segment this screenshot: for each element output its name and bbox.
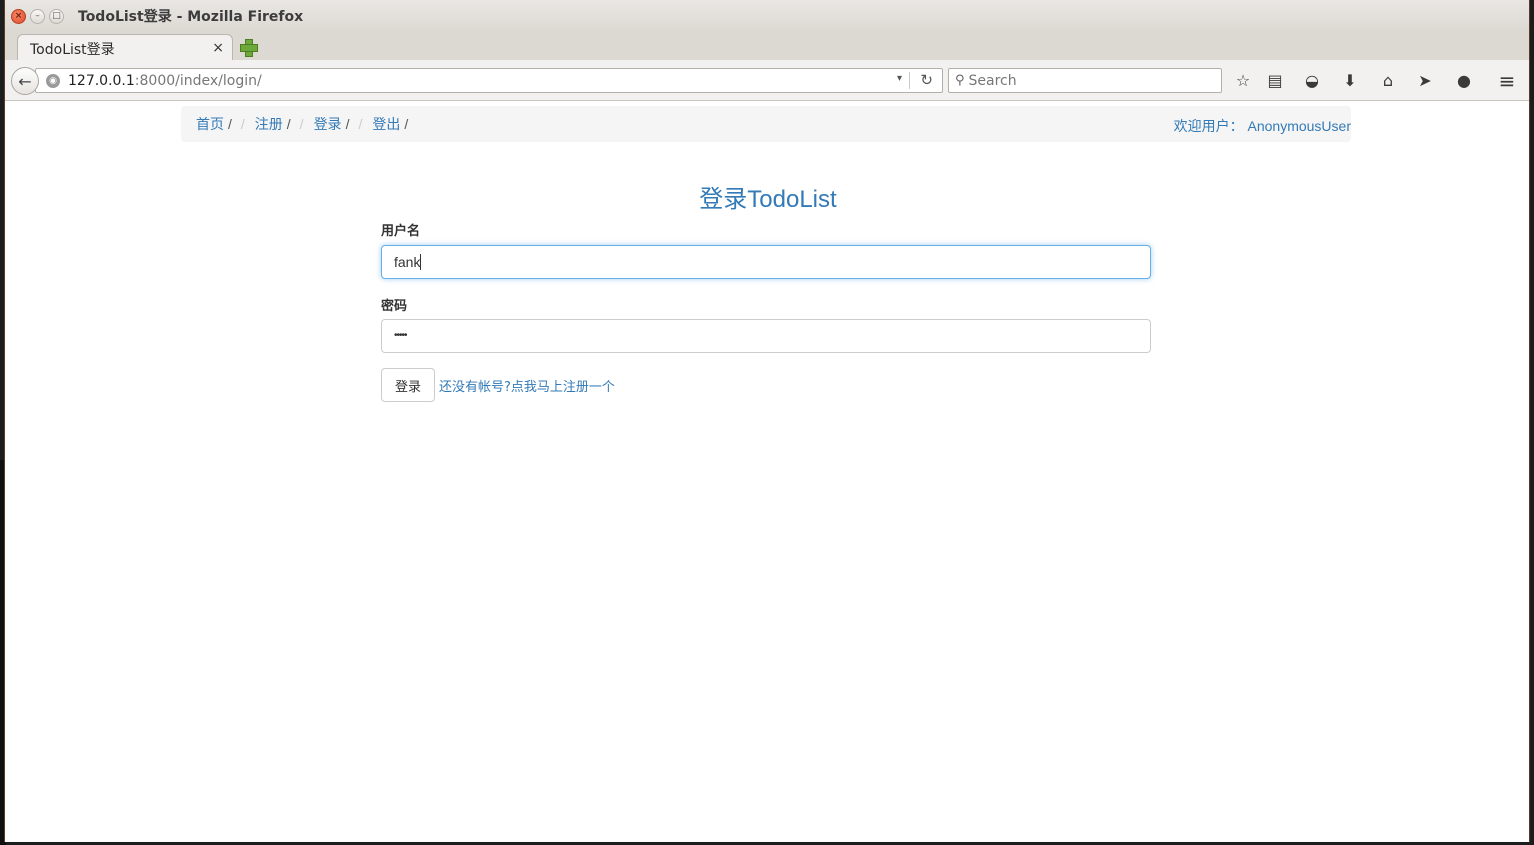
password-input[interactable]: ••••• xyxy=(381,319,1151,353)
breadcrumb-separator: / xyxy=(358,116,363,132)
login-button[interactable]: 登录 xyxy=(381,368,435,402)
url-history-dropdown-icon[interactable]: ▾ xyxy=(897,73,902,84)
navigation-toolbar: ◉ 127.0.0.1:8000/index/login/ ▾ ↻ ← ⚲ Se… xyxy=(5,60,1529,101)
window-title: TodoList登录 - Mozilla Firefox xyxy=(78,9,304,25)
new-tab-plus-icon[interactable] xyxy=(240,39,258,57)
window-close-icon[interactable]: × xyxy=(11,8,26,24)
register-link[interactable]: 还没有帐号?点我马上注册一个 xyxy=(439,376,615,395)
browser-window: × – □ TodoList登录 - Mozilla Firefox TodoL… xyxy=(4,0,1530,842)
bookmark-star-icon[interactable]: ☆ xyxy=(1233,71,1253,91)
back-arrow-icon: ← xyxy=(18,71,32,91)
window-maximize-icon[interactable]: □ xyxy=(49,8,64,24)
breadcrumb-home-link[interactable]: 首页 xyxy=(196,114,224,134)
search-input[interactable]: ⚲ Search xyxy=(948,68,1222,93)
search-placeholder: Search xyxy=(968,72,1017,89)
downloads-icon[interactable]: ⬇ xyxy=(1340,71,1360,91)
breadcrumb-separator: / xyxy=(404,116,409,132)
window-minimize-icon[interactable]: – xyxy=(30,8,45,24)
breadcrumb-separator: / xyxy=(240,116,245,132)
text-cursor xyxy=(420,254,422,270)
login-heading: 登录TodoList xyxy=(699,186,837,213)
reload-icon[interactable]: ↻ xyxy=(920,71,933,89)
page-content: 首页 / / 注册 / / 登录 / / 登出 / 欢迎用户： AnonymousUser 登… xyxy=(5,101,1529,842)
breadcrumb-register-link[interactable]: 注册 xyxy=(255,114,283,134)
pocket-icon[interactable]: ◒ xyxy=(1302,71,1322,91)
breadcrumb-logout-link[interactable]: 登出 xyxy=(372,114,400,134)
tab-todolist-login[interactable]: TodoList登录 × xyxy=(17,34,233,62)
breadcrumb-separator: / xyxy=(345,116,350,132)
menu-icon[interactable]: ≡ xyxy=(1497,71,1517,91)
chat-icon[interactable]: ● xyxy=(1454,71,1474,91)
tab-strip: TodoList登录 × xyxy=(5,32,1529,62)
reading-list-icon[interactable]: ▤ xyxy=(1265,71,1285,91)
home-icon[interactable]: ⌂ xyxy=(1378,71,1398,91)
username-input[interactable]: fank xyxy=(381,245,1151,279)
title-bar: × – □ TodoList登录 - Mozilla Firefox xyxy=(5,0,1529,32)
url-divider xyxy=(909,72,910,89)
welcome-user-text[interactable]: 欢迎用户： AnonymousUser xyxy=(1174,116,1351,136)
username-label: 用户名 xyxy=(381,224,421,239)
breadcrumb: 首页 / / 注册 / / 登录 / / 登出 / 欢迎用户： AnonymousUser xyxy=(181,106,1351,142)
tab-close-icon[interactable]: × xyxy=(212,40,224,56)
breadcrumb-separator: / xyxy=(286,116,291,132)
site-identity-icon[interactable]: ◉ xyxy=(46,73,60,88)
send-icon[interactable]: ➤ xyxy=(1415,71,1435,91)
search-icon: ⚲ xyxy=(955,73,965,88)
back-button[interactable]: ← xyxy=(11,67,39,95)
breadcrumb-separator: / xyxy=(299,116,304,132)
url-text[interactable]: 127.0.0.1:8000/index/login/ xyxy=(68,73,262,89)
password-label: 密码 xyxy=(381,299,408,314)
url-bar[interactable]: ◉ 127.0.0.1:8000/index/login/ ▾ ↻ xyxy=(35,68,943,93)
breadcrumb-separator: / xyxy=(228,116,232,132)
tab-title: TodoList登录 xyxy=(30,41,115,58)
breadcrumb-login-link[interactable]: 登录 xyxy=(314,114,342,134)
